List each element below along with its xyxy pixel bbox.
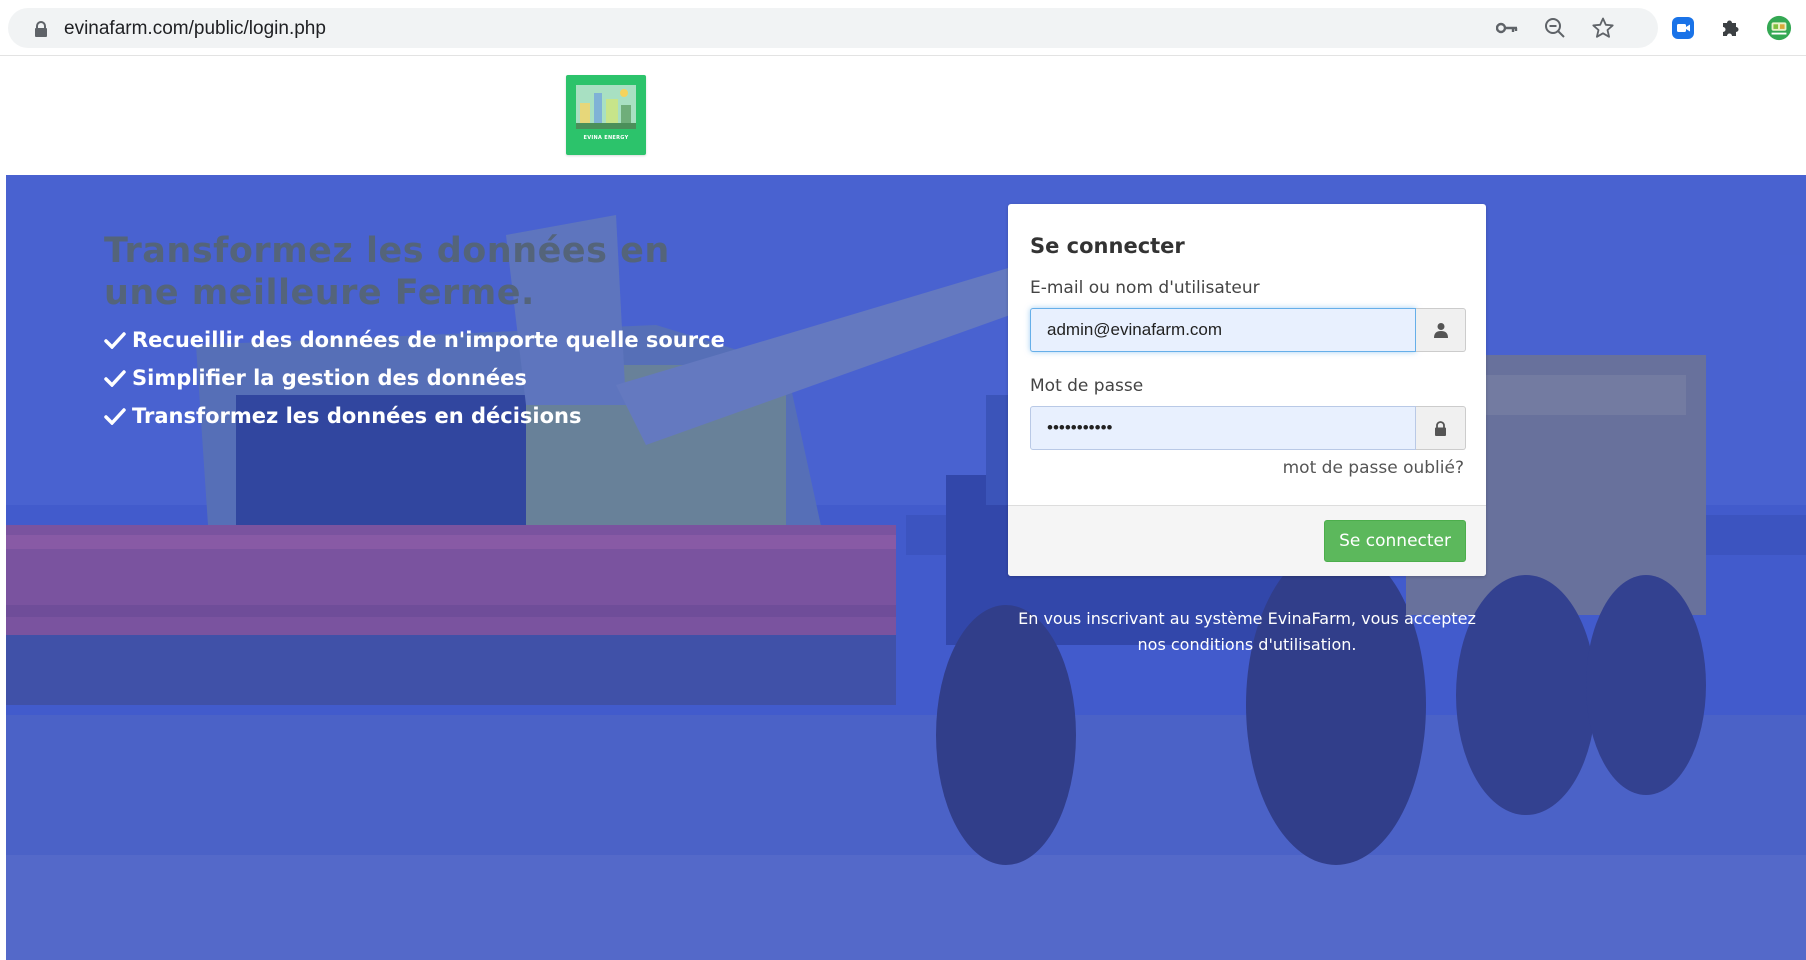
address-bar[interactable]: evinafarm.com/public/login.php bbox=[8, 8, 1658, 48]
hero-section: Transformez les données en une meilleure… bbox=[6, 175, 1806, 960]
card-footer: Se connecter bbox=[1008, 505, 1486, 576]
puzzle-extension-icon[interactable] bbox=[1718, 15, 1744, 41]
password-field[interactable] bbox=[1030, 406, 1416, 450]
check-icon bbox=[104, 408, 126, 425]
lock-icon[interactable] bbox=[34, 21, 48, 37]
hero-headline: Transformez les données en une meilleure… bbox=[104, 231, 670, 313]
profile-avatar-icon[interactable] bbox=[1766, 15, 1792, 41]
logo-illustration bbox=[576, 85, 636, 129]
password-input-group bbox=[1030, 406, 1466, 450]
terms-link[interactable]: nos conditions d'utilisation bbox=[1138, 635, 1352, 654]
email-input-group bbox=[1030, 308, 1466, 352]
check-icon bbox=[104, 332, 126, 349]
zoom-icon[interactable] bbox=[1542, 15, 1568, 41]
terms-suffix: . bbox=[1351, 635, 1357, 654]
check-icon bbox=[104, 370, 126, 387]
feature-item: Recueillir des données de n'importe quel… bbox=[104, 321, 725, 359]
padlock-icon bbox=[1416, 406, 1466, 450]
star-icon[interactable] bbox=[1590, 15, 1616, 41]
login-title: Se connecter bbox=[1030, 234, 1185, 258]
email-field[interactable] bbox=[1030, 308, 1416, 352]
meet-extension-icon[interactable] bbox=[1670, 15, 1696, 41]
feature-list: Recueillir des données de n'importe quel… bbox=[104, 321, 725, 435]
browser-toolbar: evinafarm.com/public/login.php bbox=[0, 0, 1806, 56]
browser-action-icons bbox=[1494, 14, 1792, 42]
terms-notice: En vous inscrivant au système EvinaFarm,… bbox=[1008, 606, 1486, 658]
feature-item: Simplifier la gestion des données bbox=[104, 359, 725, 397]
email-label: E-mail ou nom d'utilisateur bbox=[1030, 278, 1260, 298]
feature-text: Simplifier la gestion des données bbox=[132, 366, 527, 390]
feature-item: Transformez les données en décisions bbox=[104, 397, 725, 435]
terms-text: En vous inscrivant au système EvinaFarm,… bbox=[1018, 609, 1476, 628]
login-card: Se connecter E-mail ou nom d'utilisateur… bbox=[1008, 204, 1486, 576]
logo-text: EVINA ENERGY bbox=[583, 135, 629, 141]
user-icon bbox=[1416, 308, 1466, 352]
login-button[interactable]: Se connecter bbox=[1324, 520, 1466, 562]
forgot-password-link[interactable]: mot de passe oublié? bbox=[1283, 458, 1464, 478]
evina-logo[interactable]: EVINA ENERGY bbox=[566, 75, 646, 155]
password-label: Mot de passe bbox=[1030, 376, 1144, 396]
key-icon[interactable] bbox=[1494, 15, 1520, 41]
url-text[interactable]: evinafarm.com/public/login.php bbox=[64, 18, 326, 40]
feature-text: Transformez les données en décisions bbox=[132, 404, 582, 428]
feature-text: Recueillir des données de n'importe quel… bbox=[132, 328, 725, 352]
